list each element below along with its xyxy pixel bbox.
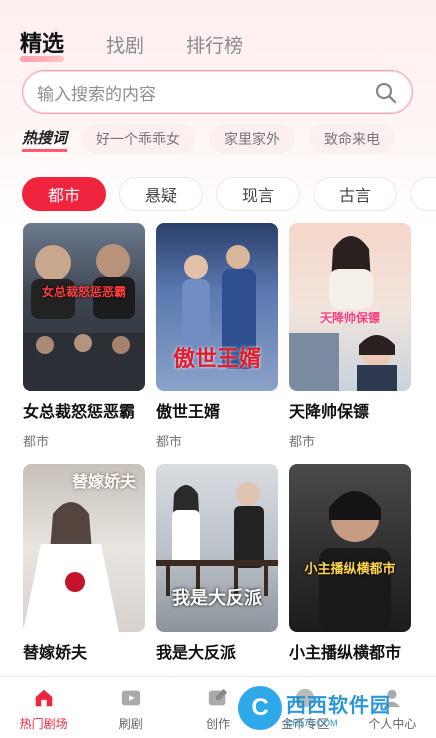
poster-title: 女总裁怒惩恶霸 (41, 285, 126, 299)
poster-art (23, 244, 145, 391)
drama-card[interactable]: 天降帅保镖 天降帅保镖 都市 (289, 223, 411, 450)
drama-genre: 都市 (289, 435, 316, 450)
drama-title: 天降帅保镖 (289, 402, 370, 421)
drama-card[interactable]: 替嫁娇夫 替嫁娇夫 都市 (23, 464, 145, 691)
home-icon (35, 689, 52, 707)
hot-search-row: 热搜词 好一个乖乖女 家里家外 致命来电 (22, 124, 409, 154)
hot-search-term[interactable]: 家里家外 (209, 124, 296, 154)
drama-poster: 替嫁娇夫 (23, 464, 145, 632)
site-watermark: C 西西软件园 CR173.COM (238, 686, 418, 730)
drama-poster: 天降帅保镖 (289, 223, 411, 391)
drama-card[interactable]: 小主播纵横都市 小主播纵横都市 都市 (289, 464, 411, 691)
poster-art (319, 491, 391, 632)
nav-label: 创作 (206, 717, 231, 731)
drama-poster: 女总裁怒惩恶霸 (23, 223, 145, 391)
category-filter: 都市 悬疑 现言 古言 穿越 (22, 177, 436, 211)
search-placeholder: 输入搜索的内容 (37, 84, 156, 105)
drama-title: 傲世王婿 (156, 402, 221, 421)
drama-poster: 傲世王婿 (156, 223, 278, 391)
tab-ranking[interactable]: 排行榜 (186, 31, 243, 58)
tab-featured[interactable]: 精选 (20, 26, 65, 62)
nav-hot-theater[interactable]: 热门剧场 (0, 677, 87, 738)
tab-find-drama[interactable]: 找剧 (106, 31, 144, 58)
nav-watch[interactable]: 刷剧 (87, 677, 174, 738)
watermark-text: 西西软件园 CR173.COM (286, 689, 391, 728)
drama-title: 替嫁娇夫 (23, 643, 88, 662)
top-tabs: 精选 找剧 排行榜 (20, 26, 285, 62)
category-suspense[interactable]: 悬疑 (119, 177, 203, 211)
drama-poster: 我是大反派 (156, 464, 278, 632)
drama-genre: 都市 (156, 435, 183, 450)
nav-label: 刷剧 (118, 717, 143, 731)
watermark-logo: C (238, 686, 282, 730)
nav-label: 热门剧场 (19, 717, 68, 731)
drama-title: 我是大反派 (156, 643, 237, 662)
category-ancient-romance[interactable]: 古言 (313, 177, 397, 211)
drama-title: 小主播纵横都市 (289, 643, 402, 662)
poster-title: 我是大反派 (172, 588, 262, 609)
poster-title: 天降帅保镖 (319, 311, 380, 325)
drama-card[interactable]: 傲世王婿 傲世王婿 都市 (156, 223, 278, 450)
category-time-travel[interactable]: 穿越 (410, 177, 436, 211)
search-icon[interactable] (374, 81, 398, 105)
hot-search-term[interactable]: 好一个乖乖女 (81, 124, 196, 154)
search-input[interactable]: 输入搜索的内容 (22, 70, 413, 114)
poster-title: 傲世王婿 (172, 347, 261, 372)
drama-title: 女总裁怒惩恶霸 (23, 402, 136, 421)
create-icon (208, 688, 228, 706)
video-icon (121, 690, 140, 706)
hot-search-term[interactable]: 致命来电 (309, 124, 396, 154)
drama-card[interactable]: 我是大反派 我是大反派 都市 (156, 464, 278, 691)
poster-title: 小主播纵横都市 (304, 562, 396, 577)
hot-search-label: 热搜词 (22, 127, 68, 152)
watermark-url: CR173.COM (286, 717, 338, 728)
poster-art (289, 236, 397, 391)
drama-poster: 小主播纵横都市 (289, 464, 411, 632)
category-modern-romance[interactable]: 现言 (216, 177, 300, 211)
drama-card[interactable]: 女总裁怒惩恶霸 女总裁怒惩恶霸 都市 (23, 223, 145, 450)
poster-title: 替嫁娇夫 (71, 472, 136, 491)
watermark-name: 西西软件园 (286, 692, 391, 717)
drama-genre: 都市 (23, 435, 50, 450)
category-urban[interactable]: 都市 (22, 177, 106, 211)
